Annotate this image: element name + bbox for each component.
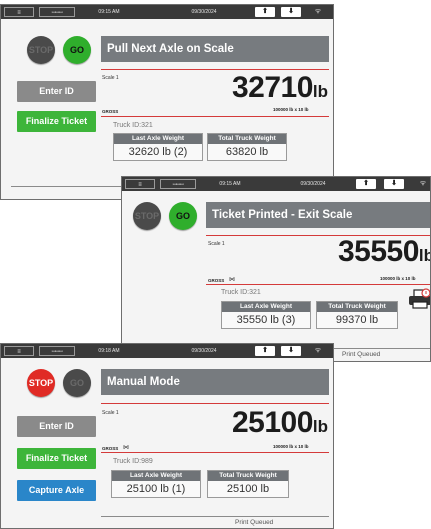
last-axle-weight-header: Last Axle Weight bbox=[114, 134, 202, 144]
stop-light: STOP bbox=[27, 369, 55, 397]
status-bar: ≡ ꟷꟷꟷ 09:18 AM 09/30/2024 ⬆ ⬇ ᯤ bbox=[1, 344, 333, 358]
go-light: GO bbox=[169, 202, 197, 230]
weight-readout: 35550lb bbox=[282, 235, 430, 269]
enter-id-button[interactable]: Enter ID bbox=[17, 81, 96, 102]
wifi-icon: ᯤ bbox=[314, 347, 322, 354]
gross-label: GROSS bbox=[102, 446, 119, 451]
last-axle-weight-header: Last Axle Weight bbox=[112, 471, 200, 481]
total-truck-weight-value: 99370 lb bbox=[335, 314, 379, 326]
page-title: Manual Mode bbox=[101, 369, 329, 395]
screen-manual-mode: ≡ ꟷꟷꟷ 09:18 AM 09/30/2024 ⬆ ⬇ ᯤ STOP GO … bbox=[0, 343, 334, 529]
total-truck-weight-value: 25100 lb bbox=[226, 483, 270, 495]
motion-icon: ⋈ bbox=[229, 277, 235, 283]
truck-id: Truck ID:989 bbox=[113, 458, 153, 465]
scale-top-line bbox=[101, 403, 329, 404]
capacity-label: 100000 lb x 10 lb bbox=[380, 276, 416, 281]
printer-icon bbox=[408, 288, 430, 315]
stop-light: STOP bbox=[27, 36, 55, 64]
status-date: 09/30/2024 bbox=[300, 181, 326, 187]
footer-line bbox=[101, 516, 329, 517]
motion-icon: ⋈ bbox=[123, 445, 129, 451]
screen-ticket-printed: ≡ ꟷꟷꟷ 09:15 AM 09/30/2024 ⬆ ⬇ ᯤ STOP GO … bbox=[121, 176, 431, 362]
print-queued-status: Print Queued bbox=[235, 519, 274, 526]
status-time: 09:15 AM bbox=[219, 181, 241, 187]
last-axle-weight-header: Last Axle Weight bbox=[222, 302, 310, 312]
arrow-up-button[interactable]: ⬆ bbox=[255, 346, 275, 356]
weight-value: 32710 bbox=[231, 71, 313, 104]
scale-label: Scale 1 bbox=[208, 241, 225, 247]
stop-light: STOP bbox=[133, 202, 161, 230]
go-light: GO bbox=[63, 36, 91, 64]
wifi-icon: ᯤ bbox=[419, 180, 427, 187]
weight-value: 25100 bbox=[231, 406, 313, 439]
page-title: Ticket Printed - Exit Scale bbox=[206, 202, 430, 228]
scale-bottom-line bbox=[101, 452, 329, 453]
scale-bottom-line bbox=[101, 116, 329, 117]
arrow-down-button[interactable]: ⬇ bbox=[281, 7, 301, 17]
page-title: Pull Next Axle on Scale bbox=[101, 36, 329, 62]
gross-label: GROSS bbox=[102, 109, 119, 114]
capacity-label: 100000 lb x 10 lb bbox=[273, 444, 309, 449]
last-axle-weight-box: Last Axle Weight 35550 lb (3) bbox=[221, 301, 311, 329]
scale-label: Scale 1 bbox=[102, 410, 119, 416]
scale-bottom-line bbox=[206, 284, 430, 285]
wifi-icon: ᯤ bbox=[314, 8, 322, 15]
gross-label: GROSS bbox=[208, 278, 225, 283]
status-time: 09:15 AM bbox=[98, 9, 120, 15]
finalize-ticket-button[interactable]: Finalize Ticket bbox=[17, 111, 96, 132]
last-axle-weight-box: Last Axle Weight 32620 lb (2) bbox=[113, 133, 203, 161]
total-truck-weight-header: Total Truck Weight bbox=[317, 302, 397, 312]
truck-id: Truck ID:321 bbox=[221, 289, 261, 296]
arrow-down-button[interactable]: ⬇ bbox=[281, 346, 301, 356]
total-truck-weight-value: 63820 lb bbox=[225, 146, 269, 158]
menu-button[interactable]: ≡ bbox=[4, 7, 34, 17]
enter-id-button[interactable]: Enter ID bbox=[17, 416, 96, 437]
status-date: 09/30/2024 bbox=[191, 348, 217, 354]
screen-pull-next-axle: ≡ ꟷꟷꟷ 09:15 AM 09/30/2024 ⬆ ⬇ ᯤ STOP GO … bbox=[0, 4, 334, 200]
brand-logo: ꟷꟷꟷ bbox=[39, 7, 75, 17]
arrow-down-button[interactable]: ⬇ bbox=[384, 179, 404, 189]
weight-readout: 25100lb bbox=[191, 406, 328, 440]
scale-label: Scale 1 bbox=[102, 75, 119, 81]
weight-unit: lb bbox=[312, 417, 328, 436]
last-axle-weight-value: 32620 lb (2) bbox=[128, 146, 188, 158]
total-truck-weight-header: Total Truck Weight bbox=[208, 134, 286, 144]
capacity-label: 100000 lb x 10 lb bbox=[273, 107, 309, 112]
total-truck-weight-box: Total Truck Weight 63820 lb bbox=[207, 133, 287, 161]
print-queued-status: Print Queued bbox=[342, 351, 381, 358]
weight-value: 35550 bbox=[337, 235, 419, 268]
status-bar: ≡ ꟷꟷꟷ 09:15 AM 09/30/2024 ⬆ ⬇ ᯤ bbox=[1, 5, 333, 19]
brand-logo: ꟷꟷꟷ bbox=[39, 346, 75, 356]
weight-unit: lb bbox=[418, 246, 430, 265]
scale-top-line bbox=[101, 69, 329, 70]
arrow-up-button[interactable]: ⬆ bbox=[255, 7, 275, 17]
arrow-up-button[interactable]: ⬆ bbox=[356, 179, 376, 189]
last-axle-weight-box: Last Axle Weight 25100 lb (1) bbox=[111, 470, 201, 498]
status-time: 09:18 AM bbox=[98, 348, 120, 354]
last-axle-weight-value: 25100 lb (1) bbox=[126, 483, 186, 495]
last-axle-weight-value: 35550 lb (3) bbox=[236, 314, 296, 326]
truck-id: Truck ID:321 bbox=[113, 122, 153, 129]
status-date: 09/30/2024 bbox=[191, 9, 217, 15]
finalize-ticket-button[interactable]: Finalize Ticket bbox=[17, 448, 96, 469]
capture-axle-button[interactable]: Capture Axle bbox=[17, 480, 96, 501]
weight-unit: lb bbox=[312, 82, 328, 101]
total-truck-weight-box: Total Truck Weight 25100 lb bbox=[207, 470, 289, 498]
total-truck-weight-header: Total Truck Weight bbox=[208, 471, 288, 481]
menu-button[interactable]: ≡ bbox=[4, 346, 34, 356]
brand-logo: ꟷꟷꟷ bbox=[160, 179, 196, 189]
menu-button[interactable]: ≡ bbox=[125, 179, 155, 189]
total-truck-weight-box: Total Truck Weight 99370 lb bbox=[316, 301, 398, 329]
weight-readout: 32710lb bbox=[191, 71, 328, 105]
status-bar: ≡ ꟷꟷꟷ 09:15 AM 09/30/2024 ⬆ ⬇ ᯤ bbox=[122, 177, 430, 191]
go-light: GO bbox=[63, 369, 91, 397]
